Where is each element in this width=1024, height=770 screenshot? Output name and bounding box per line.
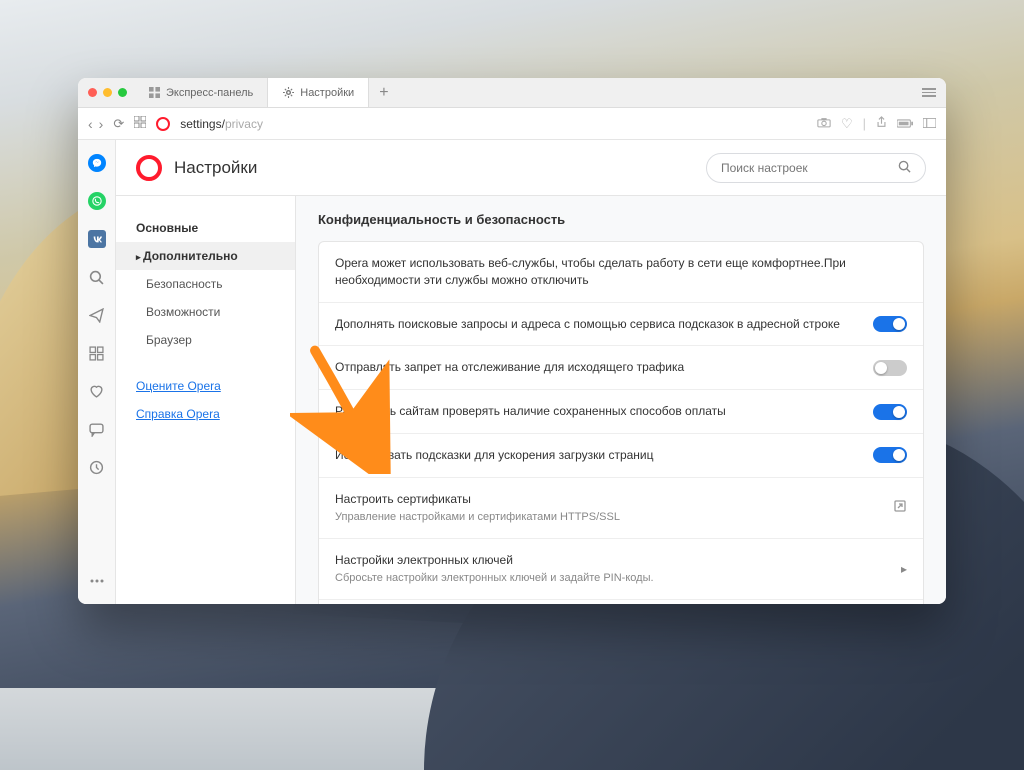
tab-label: Настройки xyxy=(300,87,354,99)
row-dnt[interactable]: Отправлять запрет на отслеживание для ис… xyxy=(319,346,923,390)
nav-security[interactable]: Безопасность xyxy=(116,270,295,298)
chevron-right-icon: ▸ xyxy=(901,562,907,576)
browser-window: Экспресс-панель Настройки + ‹ › ⟳ settin… xyxy=(78,78,946,604)
page-title: Настройки xyxy=(174,158,257,178)
row-label: Настроить сертификаты xyxy=(335,491,879,508)
nav-features[interactable]: Возможности xyxy=(116,298,295,326)
share-icon[interactable] xyxy=(876,116,887,131)
url-prefix: settings/ xyxy=(180,117,225,131)
row-label: Настройки электронных ключей xyxy=(335,552,887,569)
row-label: Дополнять поисковые запросы и адреса с п… xyxy=(335,316,859,333)
reload-button[interactable]: ⟳ xyxy=(113,116,124,132)
row-security-keys[interactable]: Настройки электронных ключей Сбросьте на… xyxy=(319,539,923,600)
row-payments[interactable]: Разрешить сайтам проверять наличие сохра… xyxy=(319,390,923,434)
row-label: Использовать подсказки для ускорения заг… xyxy=(335,447,859,464)
heart-icon[interactable]: ♡ xyxy=(841,116,853,132)
search-settings[interactable] xyxy=(706,153,926,183)
menu-icon[interactable] xyxy=(922,88,936,97)
nav-browser[interactable]: Браузер xyxy=(116,326,295,354)
whatsapp-icon[interactable] xyxy=(88,192,106,210)
vk-icon[interactable] xyxy=(88,230,106,248)
nav-advanced[interactable]: Дополнительно xyxy=(116,242,295,270)
row-label: Opera может использовать веб-службы, что… xyxy=(335,255,907,289)
row-sublabel: Сбросьте настройки электронных ключей и … xyxy=(335,571,887,586)
chat-icon[interactable] xyxy=(88,420,106,438)
row-site-settings[interactable]: Настройки сайта Выберите, какие данные о… xyxy=(319,600,923,604)
external-link-icon xyxy=(893,499,907,517)
tab-label: Экспресс-панель xyxy=(166,87,253,99)
url-path: privacy xyxy=(225,117,263,131)
row-sublabel: Управление настройками и сертификатами H… xyxy=(335,510,879,525)
row-preload[interactable]: Использовать подсказки для ускорения заг… xyxy=(319,434,923,478)
settings-card: Opera может использовать веб-службы, что… xyxy=(318,241,924,604)
traffic-lights xyxy=(88,88,127,97)
favorites-icon[interactable] xyxy=(88,382,106,400)
toggle-dnt[interactable] xyxy=(873,360,907,376)
sidebar-icons xyxy=(78,140,116,604)
opera-icon xyxy=(156,117,170,131)
settings-main: Конфиденциальность и безопасность Opera … xyxy=(296,196,946,604)
nav-help-link[interactable]: Справка Opera xyxy=(116,400,295,428)
tab-settings[interactable]: Настройки xyxy=(268,78,369,107)
row-intro: Opera может использовать веб-службы, что… xyxy=(319,242,923,303)
toggle-payments[interactable] xyxy=(873,404,907,420)
battery-icon[interactable] xyxy=(897,116,913,131)
opera-logo-icon xyxy=(136,155,162,181)
row-label: Разрешить сайтам проверять наличие сохра… xyxy=(335,403,859,420)
section-title: Конфиденциальность и безопасность xyxy=(318,212,924,227)
tabs-strip: Экспресс-панель Настройки + xyxy=(134,78,399,107)
messenger-icon[interactable] xyxy=(88,154,106,172)
grid-icon xyxy=(148,87,160,99)
row-suggestions[interactable]: Дополнять поисковые запросы и адреса с п… xyxy=(319,303,923,347)
send-icon[interactable] xyxy=(88,306,106,324)
search-icon xyxy=(898,160,911,176)
speed-dial-icon[interactable] xyxy=(134,116,146,131)
search-input[interactable] xyxy=(721,161,890,175)
settings-nav: Основные Дополнительно Безопасность Возм… xyxy=(116,196,296,604)
snapshot-icon[interactable] xyxy=(817,116,831,131)
history-icon[interactable] xyxy=(88,458,106,476)
toolbar: ‹ › ⟳ settings/privacy ♡ | xyxy=(78,108,946,140)
minimize-button[interactable] xyxy=(103,88,112,97)
row-certificates[interactable]: Настроить сертификаты Управление настрой… xyxy=(319,478,923,539)
maximize-button[interactable] xyxy=(118,88,127,97)
search-icon[interactable] xyxy=(88,268,106,286)
back-button[interactable]: ‹ xyxy=(88,116,93,132)
extensions-icon[interactable] xyxy=(88,344,106,362)
titlebar: Экспресс-панель Настройки + xyxy=(78,78,946,108)
tab-express-panel[interactable]: Экспресс-панель xyxy=(134,78,268,107)
toggle-suggestions[interactable] xyxy=(873,316,907,332)
new-tab-button[interactable]: + xyxy=(369,78,398,107)
gear-icon xyxy=(282,87,294,99)
close-button[interactable] xyxy=(88,88,97,97)
address-bar[interactable]: settings/privacy xyxy=(180,117,807,131)
sidebar-toggle-icon[interactable] xyxy=(923,116,936,131)
row-label: Отправлять запрет на отслеживание для ис… xyxy=(335,359,859,376)
more-icon[interactable] xyxy=(88,572,106,590)
nav-basic[interactable]: Основные xyxy=(116,214,295,242)
toggle-preload[interactable] xyxy=(873,447,907,463)
forward-button[interactable]: › xyxy=(99,116,104,132)
settings-header: Настройки xyxy=(116,140,946,196)
nav-rate-link[interactable]: Оцените Opera xyxy=(116,372,295,400)
